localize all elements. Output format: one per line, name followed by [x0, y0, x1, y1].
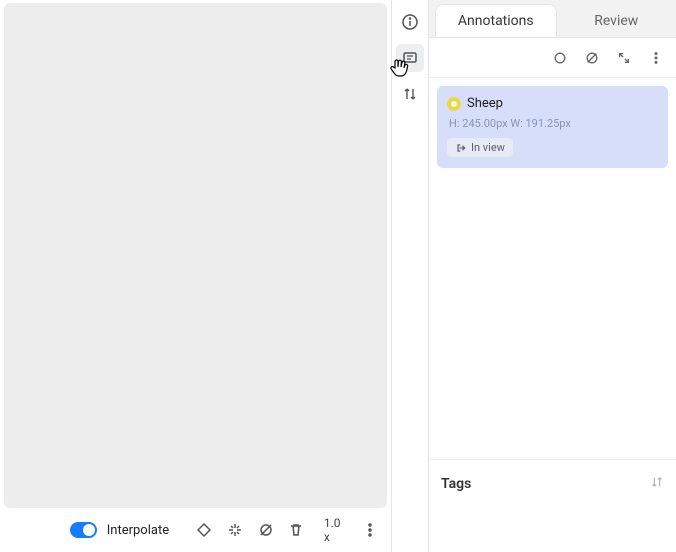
tags-sort-button[interactable]	[650, 475, 664, 493]
diamond-icon	[196, 522, 212, 538]
info-icon	[401, 13, 419, 31]
annotation-list: Sheep H: 245.00px W: 191.25px In view	[429, 78, 676, 460]
annotation-card[interactable]: Sheep H: 245.00px W: 191.25px In view	[437, 86, 668, 168]
sort-icon	[650, 475, 664, 489]
swap-button[interactable]	[396, 80, 424, 108]
tags-title: Tags	[441, 476, 471, 492]
circle-button[interactable]	[548, 46, 572, 70]
swap-vertical-icon	[402, 86, 418, 102]
circle-icon	[553, 51, 567, 65]
expand-icon	[617, 51, 631, 65]
sparkle-icon	[227, 522, 243, 538]
trash-icon	[288, 522, 304, 538]
tab-annotations[interactable]: Annotations	[435, 4, 557, 37]
in-view-chip-label: In view	[471, 141, 505, 154]
bottom-toolbar: Interpolate 1.0 x	[0, 508, 391, 552]
annotation-toolbar	[429, 38, 676, 78]
tags-header[interactable]: Tags	[429, 460, 676, 508]
panel-tabs: Annotations Review	[429, 0, 676, 38]
empty-set-icon	[258, 522, 274, 538]
diamond-tool-button[interactable]	[191, 516, 218, 544]
delete-button[interactable]	[283, 516, 310, 544]
enter-icon	[455, 142, 467, 154]
tags-body	[429, 508, 676, 552]
more-vertical-icon	[649, 51, 663, 65]
expand-button[interactable]	[612, 46, 636, 70]
clear-button[interactable]	[580, 46, 604, 70]
annotation-name: Sheep	[467, 96, 503, 111]
sparkle-tool-button[interactable]	[222, 516, 249, 544]
annotate-tool-button[interactable]	[396, 44, 424, 72]
rectangle-select-icon	[401, 49, 419, 67]
annotation-header: Sheep	[447, 96, 656, 111]
annotation-color-dot	[447, 97, 461, 111]
vertical-toolbar	[391, 0, 429, 552]
info-button[interactable]	[396, 8, 424, 36]
annotation-more-button[interactable]	[644, 46, 668, 70]
image-canvas[interactable]	[4, 3, 387, 508]
side-panel: Annotations Review Sheep H: 245.00px W: …	[429, 0, 676, 552]
empty-set-icon	[585, 51, 599, 65]
more-vertical-icon	[362, 522, 378, 538]
zoom-level: 1.0 x	[324, 516, 348, 544]
tab-review[interactable]: Review	[557, 4, 676, 37]
canvas-pane: Interpolate 1.0 x	[0, 0, 391, 552]
more-menu-button[interactable]	[356, 516, 383, 544]
in-view-chip[interactable]: In view	[447, 138, 513, 157]
annotation-dimensions: H: 245.00px W: 191.25px	[449, 117, 656, 130]
interpolate-label: Interpolate	[107, 523, 169, 538]
interpolate-toggle[interactable]	[70, 522, 97, 538]
empty-set-button[interactable]	[252, 516, 279, 544]
